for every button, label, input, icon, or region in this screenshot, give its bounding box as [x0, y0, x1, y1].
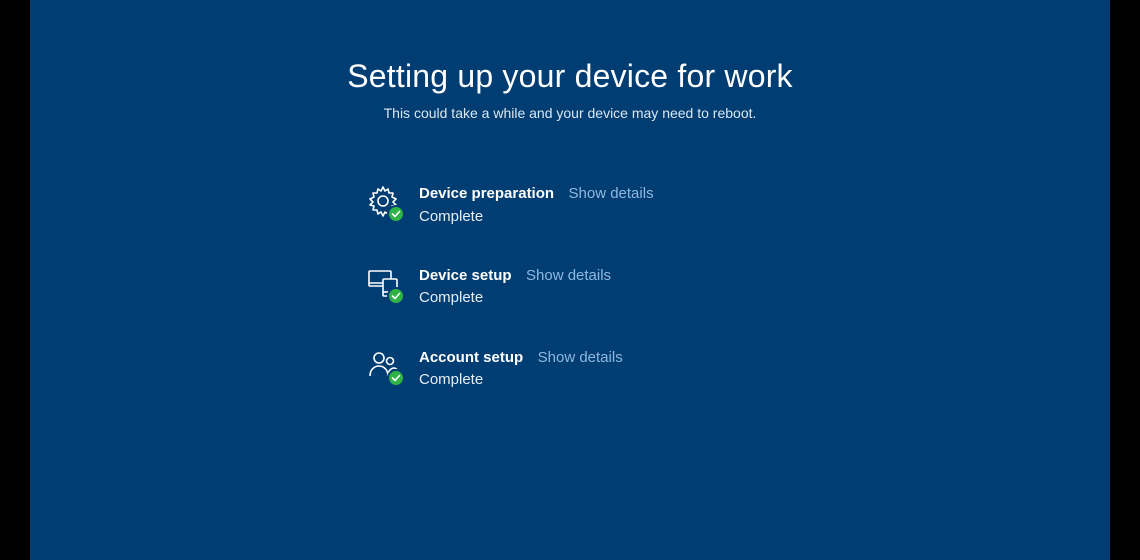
people-icon [365, 347, 401, 383]
step-label: Device preparation [419, 185, 554, 202]
enrollment-status-screen: Setting up your device for work This cou… [30, 0, 1110, 560]
step-text: Account setup Show details Complete [419, 347, 623, 391]
steps-list: Device preparation Show details Complete [30, 183, 1110, 391]
step-text: Device preparation Show details Complete [419, 183, 654, 227]
show-details-link[interactable]: Show details [538, 349, 623, 366]
page-subtitle: This could take a while and your device … [30, 105, 1110, 121]
step-status: Complete [419, 207, 654, 227]
step-status: Complete [419, 370, 623, 390]
step-text: Device setup Show details Complete [419, 265, 611, 309]
step-label: Device setup [419, 267, 512, 284]
success-check-icon [387, 369, 405, 387]
step-label: Account setup [419, 349, 523, 366]
step-account-setup: Account setup Show details Complete [365, 347, 623, 391]
step-device-setup: Device setup Show details Complete [365, 265, 611, 309]
success-check-icon [387, 287, 405, 305]
gear-icon [365, 183, 401, 219]
content-area: Setting up your device for work This cou… [30, 0, 1110, 391]
show-details-link[interactable]: Show details [569, 185, 654, 202]
step-status: Complete [419, 288, 611, 308]
success-check-icon [387, 205, 405, 223]
devices-icon [365, 265, 401, 301]
page-title: Setting up your device for work [30, 58, 1110, 95]
step-device-preparation: Device preparation Show details Complete [365, 183, 654, 227]
show-details-link[interactable]: Show details [526, 267, 611, 284]
